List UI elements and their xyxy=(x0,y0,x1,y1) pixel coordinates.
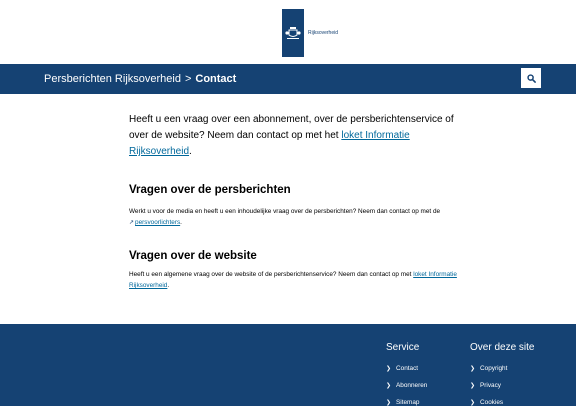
rijksoverheid-logo[interactable]: Rijksoverheid xyxy=(282,9,338,57)
website-text: Heeft u een algemene vraag over de websi… xyxy=(129,271,414,278)
footer-link-privacy[interactable]: ❯ Privacy xyxy=(470,381,534,398)
chevron-right-icon: ❯ xyxy=(386,383,392,389)
footer-link-sitemap[interactable]: ❯ Sitemap xyxy=(386,398,427,415)
footer-about-list: ❯ Copyright ❯ Privacy ❯ Cookies xyxy=(470,364,534,415)
chevron-right-icon: ❯ xyxy=(470,383,476,389)
footer-link-copyright[interactable]: ❯ Copyright xyxy=(470,364,534,381)
footer-link-cookies[interactable]: ❯ Cookies xyxy=(470,398,534,415)
site-header: Rijksoverheid xyxy=(0,0,576,64)
footer-link-contact[interactable]: ❯ Contact xyxy=(386,364,427,381)
logo-text: Rijksoverheid xyxy=(308,30,339,36)
search-icon xyxy=(526,73,536,83)
chevron-right-icon: ❯ xyxy=(470,400,476,406)
website-paragraph: Heeft u een algemene vraag over de websi… xyxy=(129,269,459,291)
chevron-right-icon: ❯ xyxy=(386,400,392,406)
main-content: Heeft u een vraag over een abonnement, o… xyxy=(129,112,459,289)
footer-service-column: Service ❯ Contact ❯ Abonneren ❯ Sitemap xyxy=(386,342,427,415)
coat-of-arms-icon xyxy=(282,9,304,57)
breadcrumb: Persberichten Rijksoverheid > Contact xyxy=(44,64,236,94)
breadcrumb-root-link[interactable]: Persberichten Rijksoverheid xyxy=(44,73,181,85)
persberichten-paragraph: Werkt u voor de media en heeft u een inh… xyxy=(129,206,459,229)
footer-about-title: Over deze site xyxy=(470,342,535,353)
chevron-right-icon: ❯ xyxy=(470,366,476,372)
intro-after: . xyxy=(189,146,192,157)
footer-about-column: Over deze site ❯ Copyright ❯ Privacy ❯ Cook… xyxy=(470,342,534,415)
footer-link-abonneren[interactable]: ❯ Abonneren xyxy=(386,381,427,398)
heading-vragen-persberichten: Vragen over de persberichten xyxy=(129,184,291,196)
footer-service-title: Service xyxy=(386,342,420,353)
navigation-bar: Persberichten Rijksoverheid > Contact xyxy=(0,64,576,94)
breadcrumb-separator: > xyxy=(184,73,192,85)
external-link-icon: ↗ xyxy=(129,220,135,226)
persberichten-after: . xyxy=(180,219,182,226)
intro-paragraph: Heeft u een vraag over een abonnement, o… xyxy=(129,112,459,160)
breadcrumb-current: Contact xyxy=(195,73,237,85)
persvoorlichters-link[interactable]: persvoorlichters xyxy=(135,219,180,226)
search-button[interactable] xyxy=(521,68,541,88)
chevron-right-icon: ❯ xyxy=(386,366,392,372)
heading-vragen-website: Vragen over de website xyxy=(129,250,257,262)
footer-service-list: ❯ Contact ❯ Abonneren ❯ Sitemap xyxy=(386,364,427,415)
site-footer: Service ❯ Contact ❯ Abonneren ❯ Sitemap Ove… xyxy=(0,324,576,406)
website-after: . xyxy=(167,282,170,289)
persberichten-text: Werkt u voor de media en heeft u een inh… xyxy=(129,208,441,215)
